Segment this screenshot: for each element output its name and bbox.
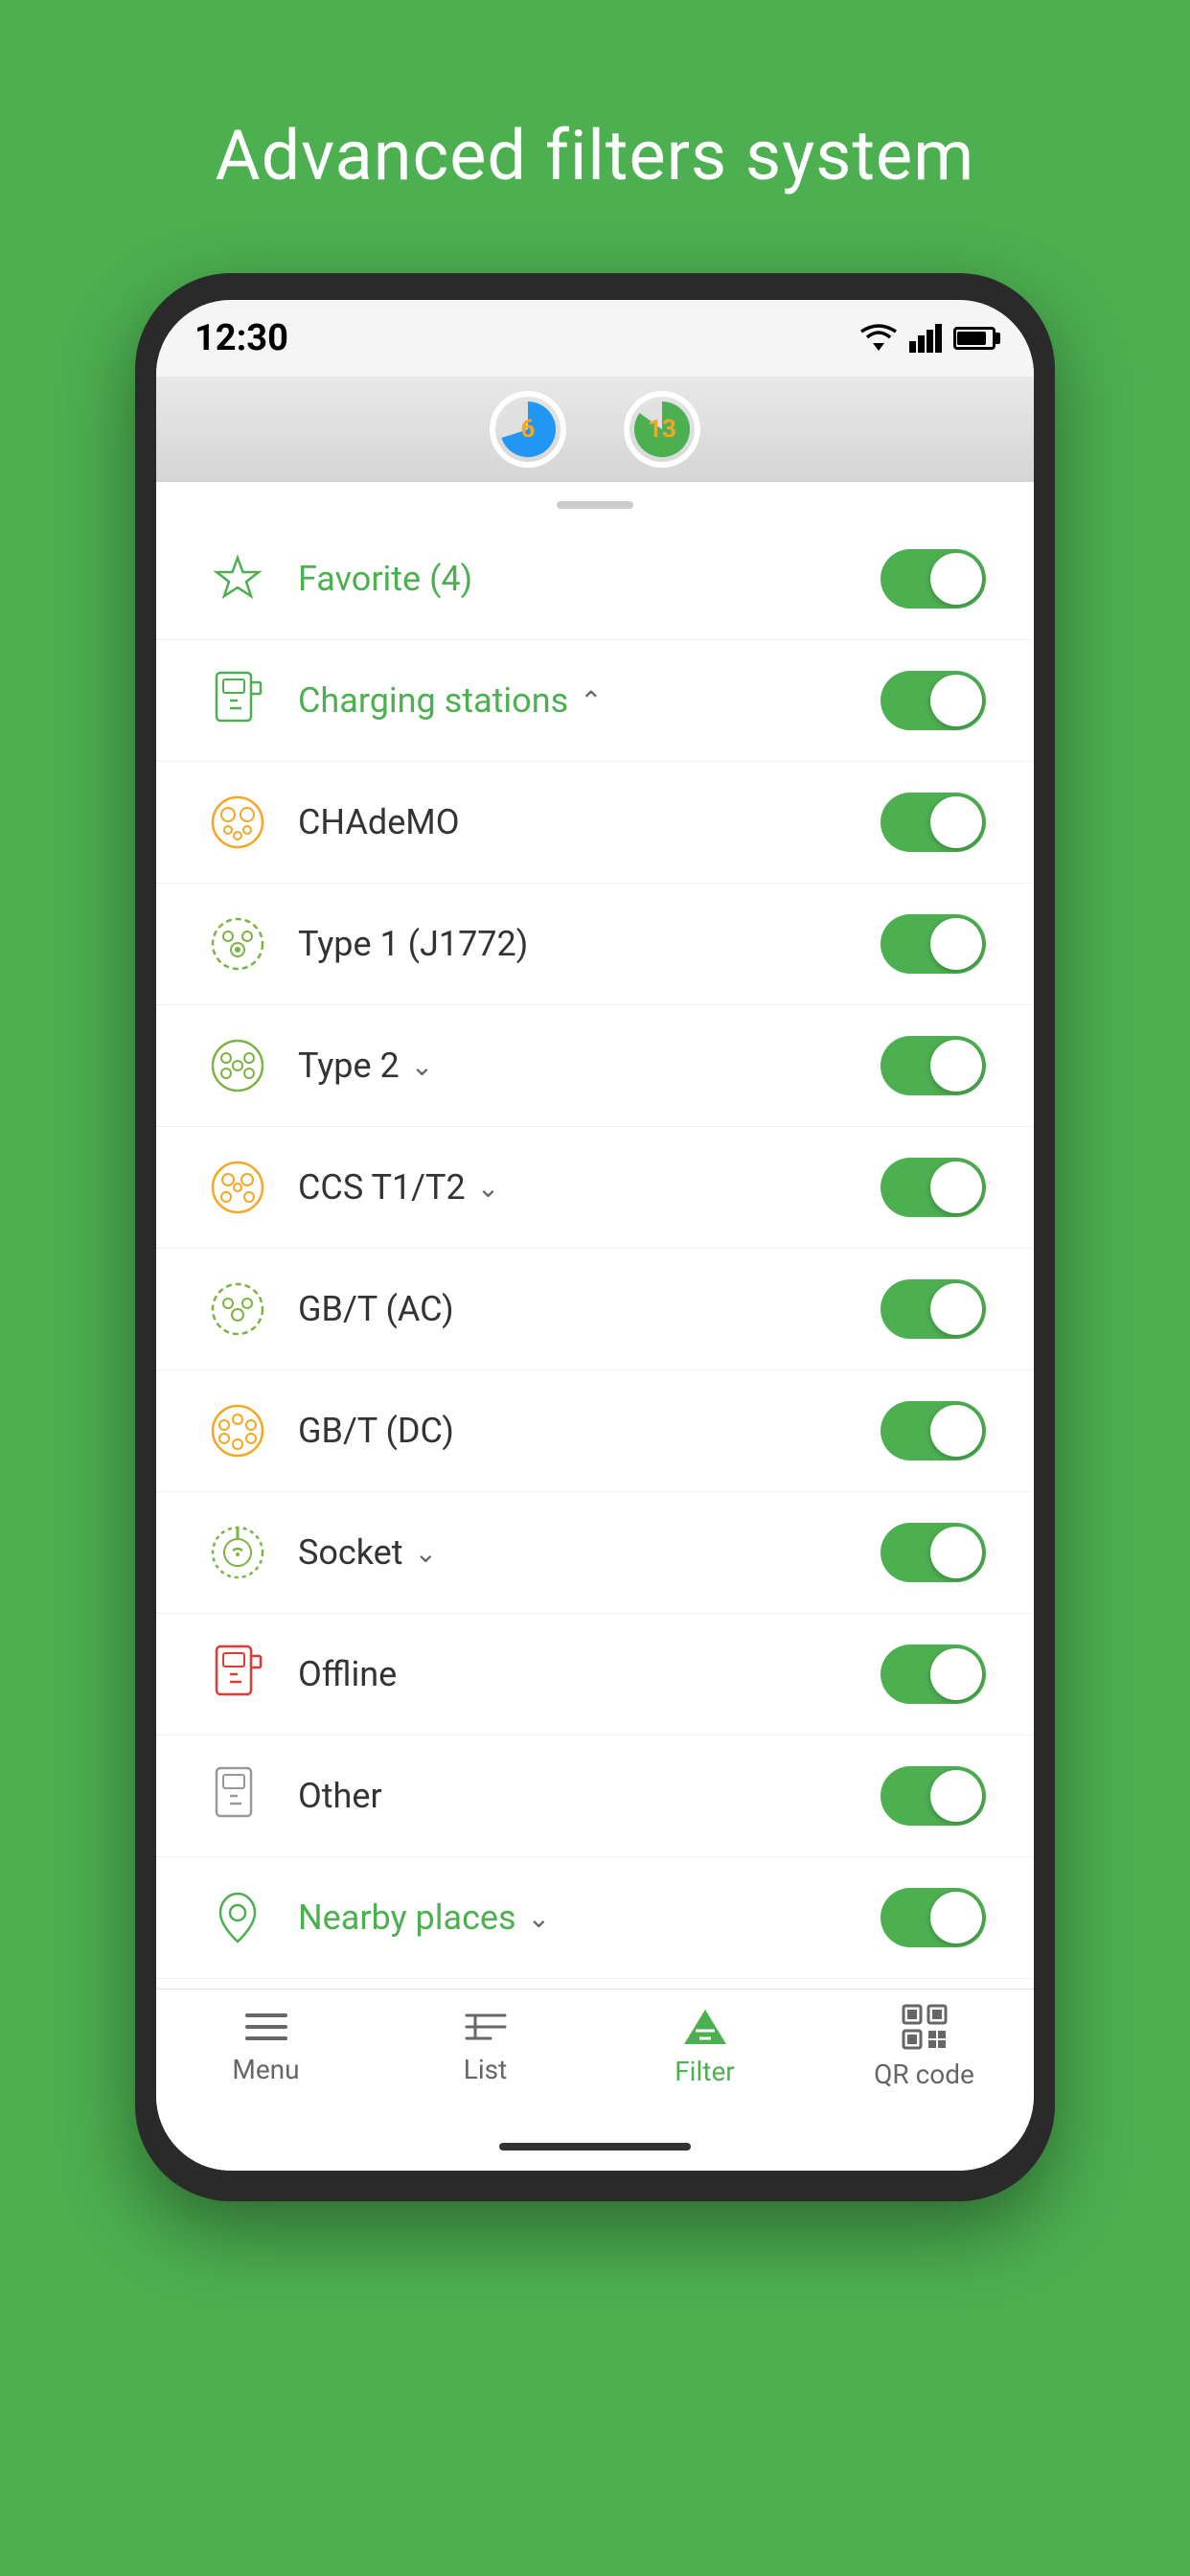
map-preview: 6 13 <box>156 377 1034 482</box>
other-toggle[interactable] <box>881 1766 986 1826</box>
gbt-ac-toggle[interactable] <box>881 1279 986 1339</box>
filter-item-other[interactable]: Other <box>156 1736 1034 1857</box>
qr-icon <box>901 2003 949 2051</box>
gbt-dc-label: GB/T (DC) <box>298 1411 881 1451</box>
home-bar <box>499 2143 691 2150</box>
nearby-toggle[interactable] <box>881 1888 986 1947</box>
nav-label-list: List <box>464 2054 508 2085</box>
map-marker-1: 6 <box>490 391 566 468</box>
battery-icon <box>953 327 995 350</box>
offline-icon <box>204 1641 271 1708</box>
gbt-dc-toggle[interactable] <box>881 1401 986 1460</box>
filter-item-type1[interactable]: Type 1 (J1772) <box>156 884 1034 1005</box>
filter-item-ccs[interactable]: CCS T1/T2 ⌄ <box>156 1127 1034 1249</box>
status-time: 12:30 <box>195 317 288 359</box>
socket-icon <box>204 1519 271 1586</box>
gbt-ac-icon <box>204 1276 271 1343</box>
socket-label: Socket ⌄ <box>298 1532 881 1573</box>
charging-stations-chevron: ⌃ <box>580 685 602 717</box>
list-icon <box>462 2008 510 2046</box>
gbt-ac-label: GB/T (AC) <box>298 1289 881 1329</box>
nav-item-filter[interactable]: Filter <box>595 2006 814 2087</box>
nav-item-list[interactable]: List <box>376 2008 595 2085</box>
other-icon <box>204 1762 271 1829</box>
favorite-label: Favorite (4) <box>298 559 881 599</box>
bottom-nav: Menu List Filter <box>156 1989 1034 2123</box>
handle-bar <box>557 501 633 509</box>
type1-icon <box>204 910 271 978</box>
type2-toggle[interactable] <box>881 1036 986 1095</box>
ccs-label: CCS T1/T2 ⌄ <box>298 1167 881 1208</box>
ccs-chevron: ⌄ <box>477 1172 499 1204</box>
signal-icon <box>909 324 942 353</box>
filter-item-offline[interactable]: Offline <box>156 1614 1034 1736</box>
filter-item-type2[interactable]: Type 2 ⌄ <box>156 1005 1034 1127</box>
filter-item-favorite[interactable]: Favorite (4) <box>156 518 1034 640</box>
page-title: Advanced filters system <box>216 115 975 196</box>
charging-stations-label: Charging stations ⌃ <box>298 680 881 721</box>
offline-toggle[interactable] <box>881 1644 986 1704</box>
sheet-handle[interactable] <box>156 482 1034 509</box>
nav-item-qr[interactable]: QR code <box>814 2003 1034 2090</box>
nav-label-menu: Menu <box>232 2054 299 2085</box>
filter-item-chademo[interactable]: CHAdeMO <box>156 762 1034 884</box>
status-bar: 12:30 <box>156 300 1034 377</box>
filter-item-gbt-dc[interactable]: GB/T (DC) <box>156 1370 1034 1492</box>
nav-label-filter: Filter <box>675 2056 735 2087</box>
type1-label: Type 1 (J1772) <box>298 924 881 964</box>
filter-list: Favorite (4) <box>156 509 1034 1989</box>
nav-item-menu[interactable]: Menu <box>156 2008 376 2085</box>
map-marker-2: 13 <box>624 391 700 468</box>
type2-icon <box>204 1032 271 1099</box>
socket-chevron: ⌄ <box>415 1537 437 1569</box>
gbt-dc-icon <box>204 1397 271 1464</box>
nav-label-qr: QR code <box>874 2058 974 2090</box>
page-title-wrapper: Advanced filters system <box>216 0 975 273</box>
other-label: Other <box>298 1776 881 1816</box>
ccs-toggle[interactable] <box>881 1158 986 1217</box>
status-icons <box>859 324 995 353</box>
socket-toggle[interactable] <box>881 1523 986 1582</box>
nearby-chevron: ⌄ <box>528 1902 550 1934</box>
type2-label: Type 2 ⌄ <box>298 1046 881 1086</box>
filter-item-nearby[interactable]: Nearby places ⌄ <box>156 1857 1034 1979</box>
chademo-label: CHAdeMO <box>298 802 881 842</box>
filter-item-socket[interactable]: Socket ⌄ <box>156 1492 1034 1614</box>
ccs-icon <box>204 1154 271 1221</box>
chademo-icon <box>204 789 271 856</box>
offline-label: Offline <box>298 1654 881 1694</box>
chademo-toggle[interactable] <box>881 793 986 852</box>
nearby-icon <box>204 1884 271 1951</box>
charging-stations-icon <box>204 667 271 734</box>
filter-item-gbt-ac[interactable]: GB/T (AC) <box>156 1249 1034 1370</box>
menu-icon <box>242 2008 290 2046</box>
phone-frame: 12:30 <box>135 273 1055 2201</box>
phone-screen: 12:30 <box>156 300 1034 2171</box>
favorite-icon <box>204 545 271 612</box>
type1-toggle[interactable] <box>881 914 986 974</box>
home-indicator <box>156 2123 1034 2171</box>
type2-chevron: ⌄ <box>411 1050 433 1082</box>
filter-item-charging-stations[interactable]: Charging stations ⌃ <box>156 640 1034 762</box>
charging-stations-toggle[interactable] <box>881 671 986 730</box>
filter-icon <box>681 2006 729 2048</box>
nearby-label: Nearby places ⌄ <box>298 1898 881 1938</box>
favorite-toggle[interactable] <box>881 549 986 609</box>
wifi-icon <box>859 324 898 353</box>
